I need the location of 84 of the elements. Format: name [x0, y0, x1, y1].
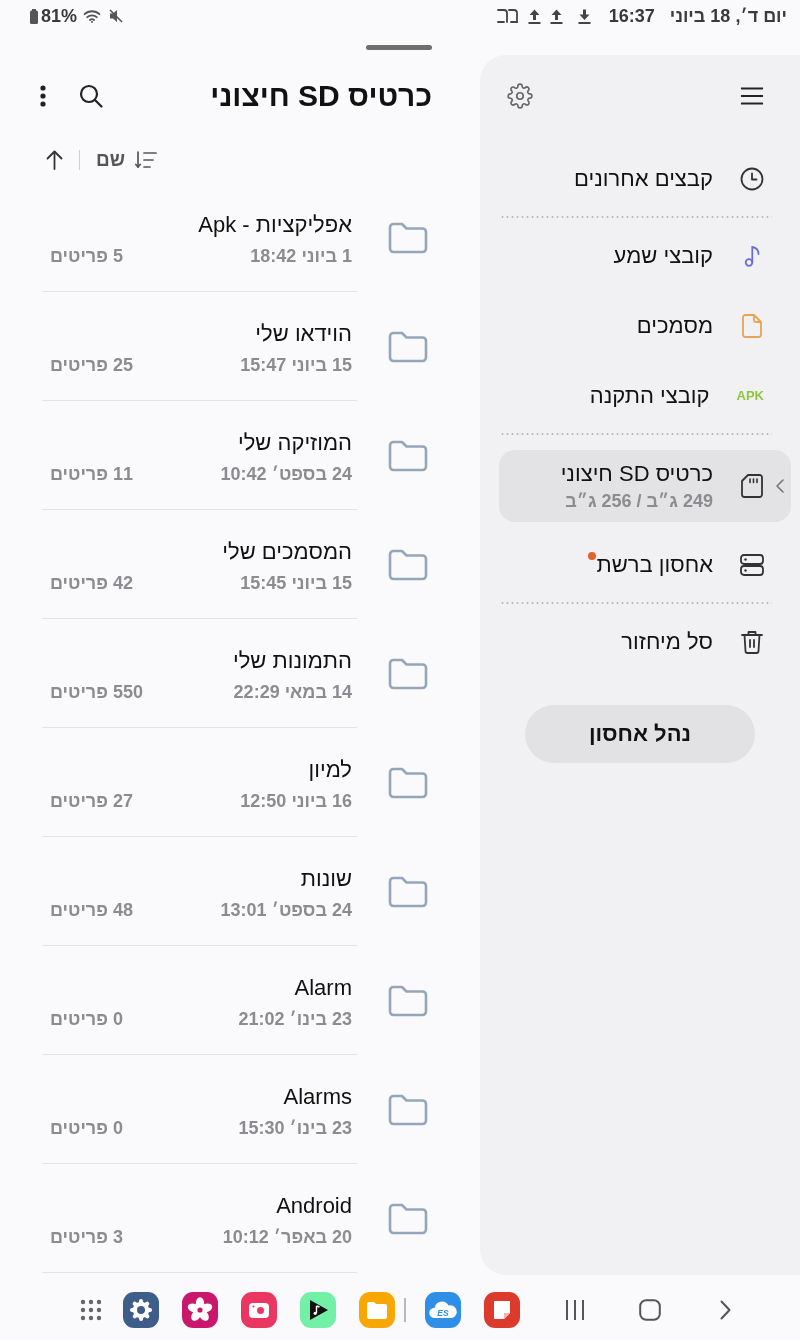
battery-icon	[30, 8, 38, 24]
item-count: 3 פריטים	[50, 1226, 123, 1249]
sidebar-item[interactable]: קבצים אחרונים	[499, 144, 791, 214]
chevron-left-icon[interactable]	[776, 479, 784, 493]
item-count: 0 פריטים	[50, 1117, 123, 1140]
modified-date: 23 בינו׳ 21:02	[238, 1008, 352, 1031]
recent-apps-icon[interactable]	[565, 1299, 585, 1321]
folder-icon	[388, 1093, 428, 1126]
modified-date: 24 בספט׳ 13:01	[220, 899, 352, 922]
item-count: 27 פריטים	[50, 790, 133, 813]
status-date: יום ד׳, 18 ביוני	[669, 5, 787, 27]
item-count: 11 פריטים	[50, 463, 133, 486]
document-icon	[742, 314, 762, 338]
modified-date: 14 במאי 22:29	[233, 681, 352, 704]
folder-name[interactable]: המוזיקה שלי	[237, 428, 352, 458]
sd-card-icon	[741, 474, 763, 498]
folder-name[interactable]: התמונות שלי	[233, 646, 352, 676]
item-count: 48 פריטים	[50, 899, 133, 922]
folder-icon	[388, 984, 428, 1017]
modified-date: 1 ביוני 18:42	[250, 245, 352, 268]
music-note-icon	[744, 245, 760, 267]
modified-date: 20 באפר׳ 10:12	[222, 1226, 352, 1249]
folder-name[interactable]: למיון	[308, 755, 352, 785]
modified-date: 15 ביוני 15:45	[240, 572, 352, 595]
settings-icon[interactable]	[507, 83, 533, 109]
modified-date: 15 ביוני 15:47	[240, 354, 352, 377]
home-icon[interactable]	[639, 1299, 661, 1321]
menu-icon[interactable]	[741, 87, 763, 105]
folder-icon	[388, 766, 428, 799]
folder-name[interactable]: Alarm	[294, 973, 352, 1003]
search-icon[interactable]	[79, 84, 103, 108]
storage-usage: 249 ג״ב / 256 ג״ב	[565, 490, 713, 513]
camera-app-icon[interactable]	[241, 1292, 277, 1328]
item-count: 42 פריטים	[50, 572, 133, 595]
folder-icon	[388, 221, 428, 254]
sort-icon	[135, 151, 157, 169]
sidebar-item[interactable]: קובצי שמע	[499, 221, 791, 291]
sidebar-item[interactable]: אחסון ברשת	[499, 530, 791, 600]
arrow-up-icon[interactable]	[46, 150, 63, 170]
notification-icon	[495, 7, 518, 25]
folder-icon	[388, 439, 428, 472]
item-count: 5 פריטים	[50, 245, 123, 268]
page-title: כרטיס SD חיצוני	[210, 78, 432, 114]
clock-icon	[740, 167, 764, 191]
download-icon	[577, 8, 591, 24]
sidebar-item[interactable]: כרטיס SD חיצוני 249 ג״ב / 256 ג״ב	[499, 450, 791, 522]
item-count: 25 פריטים	[50, 354, 133, 377]
upload-icon	[549, 8, 563, 24]
folder-name[interactable]: המסמכים שלי	[222, 537, 352, 567]
sort-button[interactable]: שם	[96, 149, 157, 171]
folder-name[interactable]: שונות	[300, 864, 352, 894]
flower-app-icon[interactable]	[182, 1292, 218, 1328]
upload-icon	[527, 8, 541, 24]
file-type-label: APK	[736, 389, 764, 403]
server-icon	[740, 553, 764, 577]
drag-handle[interactable]	[366, 45, 432, 50]
music-app-icon[interactable]	[300, 1292, 336, 1328]
folder-icon	[388, 548, 428, 581]
back-icon[interactable]	[720, 1300, 731, 1320]
modified-date: 24 בספט׳ 10:42	[220, 463, 352, 486]
more-options-icon[interactable]	[40, 85, 46, 107]
note-app-icon[interactable]	[484, 1292, 520, 1328]
folder-name[interactable]: אפליקציות - Apk	[198, 210, 352, 240]
folder-icon	[388, 657, 428, 690]
folder-icon	[388, 875, 428, 908]
mute-icon	[109, 9, 124, 23]
sidebar-item[interactable]: סל מיחזור	[499, 607, 791, 677]
sidebar-item[interactable]: מסמכים	[499, 291, 791, 361]
folder-icon	[388, 330, 428, 363]
wifi-icon	[83, 9, 102, 23]
battery-percentage: 81%	[41, 5, 78, 27]
status-time: 16:37	[608, 5, 655, 27]
app-grid-icon[interactable]	[80, 1299, 102, 1321]
folder-name[interactable]: Alarms	[283, 1082, 352, 1112]
modified-date: 23 בינו׳ 15:30	[238, 1117, 352, 1140]
folder-icon	[388, 1202, 428, 1235]
modified-date: 16 ביוני 12:50	[240, 790, 352, 813]
item-count: 0 פריטים	[50, 1008, 123, 1031]
manage-storage-button[interactable]: נהל אחסון	[525, 705, 755, 763]
item-count: 550 פריטים	[50, 681, 143, 704]
trash-icon	[741, 630, 763, 654]
folder-name[interactable]: הוידאו שלי	[255, 319, 352, 349]
folder-name[interactable]: Android	[276, 1191, 352, 1221]
gear-app-icon[interactable]	[123, 1292, 159, 1328]
